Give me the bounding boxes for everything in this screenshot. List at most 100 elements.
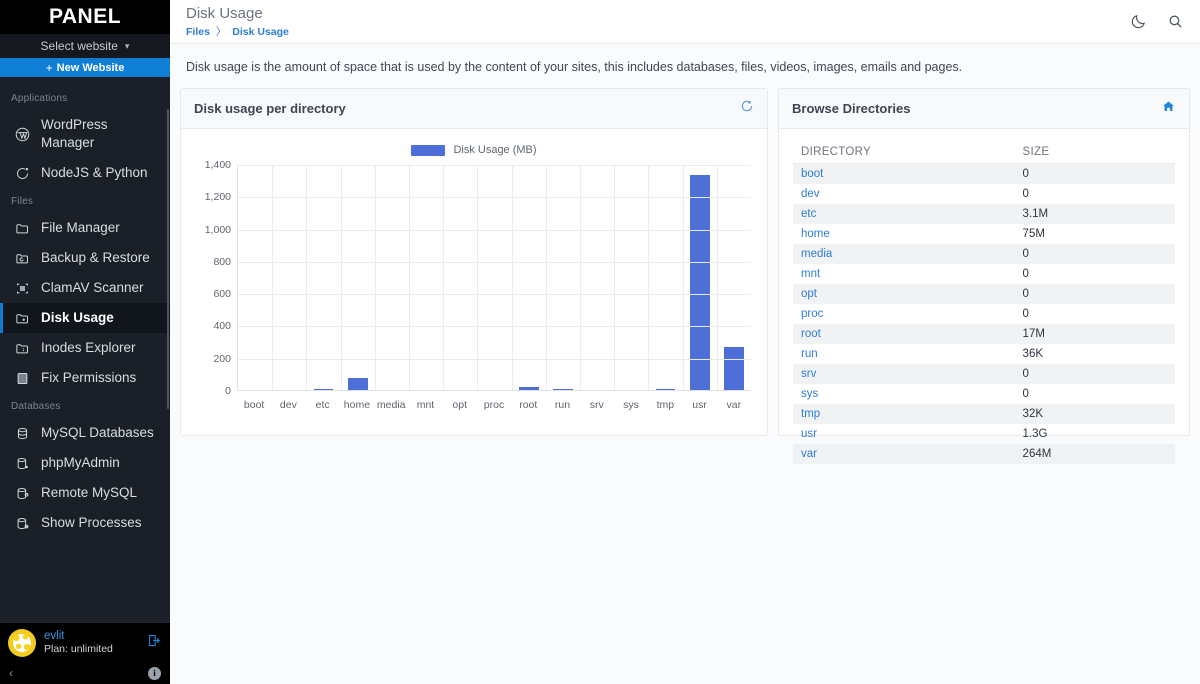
- bar-cell[interactable]: [443, 165, 477, 390]
- bar-cell[interactable]: [717, 165, 751, 390]
- sidebar-item-wordpress-manager[interactable]: WordPress Manager: [0, 110, 170, 158]
- sidebar-item-backup-restore[interactable]: Backup & Restore: [0, 243, 170, 273]
- sidebar-item-label: MySQL Databases: [41, 425, 154, 440]
- table-row[interactable]: var 264M: [793, 444, 1175, 464]
- sidebar-item-label: Show Processes: [41, 515, 142, 530]
- x-axis-label: media: [376, 399, 406, 411]
- select-website-dropdown[interactable]: Select website ▾: [0, 34, 170, 58]
- directory-link[interactable]: dev: [793, 184, 1015, 204]
- refresh-icon[interactable]: [740, 99, 754, 118]
- directory-link[interactable]: opt: [793, 284, 1015, 304]
- topbar-titles: Disk Usage Files 〉 Disk Usage: [186, 5, 1130, 39]
- bar-root[interactable]: [518, 387, 539, 390]
- table-row[interactable]: srv 0: [793, 364, 1175, 384]
- bar-cell[interactable]: [272, 165, 306, 390]
- directory-size: 0: [1022, 248, 1029, 260]
- bar-cell[interactable]: [306, 165, 340, 390]
- page-title: Disk Usage: [186, 4, 263, 22]
- bar-cell[interactable]: [238, 165, 272, 390]
- bar-var[interactable]: [724, 347, 744, 390]
- sidebar-item-label: NodeJS & Python: [41, 165, 148, 180]
- sidebar-item-phpmyadmin[interactable]: phpMyAdmin: [0, 448, 170, 478]
- info-icon[interactable]: i: [148, 666, 161, 680]
- bar-cell[interactable]: [341, 165, 375, 390]
- bar-cell[interactable]: [683, 165, 717, 390]
- table-row[interactable]: home 75M: [793, 224, 1175, 244]
- directory-link[interactable]: srv: [793, 364, 1015, 384]
- directory-size: 1.3G: [1022, 428, 1048, 440]
- directory-link[interactable]: run: [793, 344, 1015, 364]
- table-row[interactable]: opt 0: [793, 284, 1175, 304]
- bar-run[interactable]: [553, 389, 573, 390]
- directory-link[interactable]: var: [793, 444, 1015, 464]
- new-website-button[interactable]: + New Website: [0, 58, 170, 77]
- sidebar-item-remote-mysql[interactable]: Remote MySQL: [0, 478, 170, 508]
- table-row[interactable]: tmp 32K: [793, 404, 1175, 424]
- bar-cell[interactable]: [409, 165, 443, 390]
- directory-link[interactable]: media: [793, 244, 1015, 264]
- directory-link[interactable]: proc: [793, 304, 1015, 324]
- column-header-size[interactable]: SIZE: [1014, 141, 1175, 164]
- sidebar-item-show-processes[interactable]: Show Processes: [0, 508, 170, 538]
- x-axis-label: proc: [483, 399, 505, 411]
- new-website-label: New Website: [56, 61, 125, 74]
- directory-link[interactable]: mnt: [793, 264, 1015, 284]
- user-account-box[interactable]: evlit Plan: unlimited: [0, 622, 170, 662]
- table-row[interactable]: media 0: [793, 244, 1175, 264]
- bar-cell[interactable]: [375, 165, 409, 390]
- breadcrumb-parent[interactable]: Files: [186, 26, 210, 38]
- grid-line-vertical: [716, 165, 718, 390]
- collapse-sidebar-icon[interactable]: ‹: [9, 666, 13, 680]
- sidebar-item-mysql-databases[interactable]: MySQL Databases: [0, 418, 170, 448]
- table-rows: boot 0 dev 0 etc 3.1M home 75M media 0 mnt 0 opt 0 pro…: [793, 163, 1175, 464]
- directory-link[interactable]: usr: [793, 424, 1015, 444]
- sidebar-item-label: Backup & Restore: [41, 250, 150, 265]
- sidebar-item-fix-permissions[interactable]: Fix Permissions: [0, 363, 170, 393]
- table-row[interactable]: dev 0: [793, 184, 1175, 204]
- sidebar-item-disk-usage[interactable]: Disk Usage: [0, 303, 170, 333]
- directory-link[interactable]: tmp: [793, 404, 1015, 424]
- sidebar-item-clamav-scanner[interactable]: ClamAV Scanner: [0, 273, 170, 303]
- breadcrumb: Files 〉 Disk Usage: [186, 24, 1130, 39]
- directory-link[interactable]: sys: [793, 384, 1015, 404]
- table-row[interactable]: sys 0: [793, 384, 1175, 404]
- search-icon[interactable]: [1167, 13, 1184, 30]
- bar-cell[interactable]: [477, 165, 511, 390]
- directory-link[interactable]: boot: [793, 164, 1015, 185]
- bar-home[interactable]: [347, 377, 368, 390]
- dark-mode-icon[interactable]: [1130, 13, 1147, 30]
- directory-link[interactable]: home: [793, 224, 1015, 244]
- directory-link[interactable]: root: [793, 324, 1015, 344]
- sidebar-item-inodes-explorer[interactable]: Inodes Explorer: [0, 333, 170, 363]
- directory-size: 0: [1022, 188, 1029, 200]
- bar-cell[interactable]: [512, 165, 546, 390]
- sidebar-item-file-manager[interactable]: File Manager: [0, 213, 170, 243]
- grid-line-horizontal: [238, 294, 751, 296]
- home-icon[interactable]: [1161, 99, 1176, 119]
- table-row[interactable]: proc 0: [793, 304, 1175, 324]
- table-row[interactable]: boot 0: [793, 163, 1175, 185]
- directory-link[interactable]: etc: [793, 204, 1015, 224]
- table-row[interactable]: usr 1.3G: [793, 424, 1175, 444]
- table-row[interactable]: etc 3.1M: [793, 204, 1175, 224]
- sidebar-item-nodejs-python[interactable]: NodeJS & Python: [0, 158, 170, 188]
- table-row[interactable]: mnt 0: [793, 264, 1175, 284]
- bar-cell[interactable]: [614, 165, 648, 390]
- bar-tmp[interactable]: [655, 389, 676, 390]
- table-row[interactable]: root 17M: [793, 324, 1175, 344]
- user-plan: Plan: unlimited: [44, 642, 113, 655]
- sidebar-scrollbar[interactable]: [167, 109, 169, 409]
- table-row[interactable]: run 36K: [793, 344, 1175, 364]
- bar-cell[interactable]: [580, 165, 614, 390]
- table-head: DIRECTORY SIZE: [793, 141, 1175, 164]
- grid-line-horizontal: [238, 326, 751, 328]
- column-header-directory[interactable]: DIRECTORY: [793, 141, 1015, 164]
- y-axis: 0 200 400 600 800 1,000 1,200 1,400: [193, 159, 237, 417]
- bar-cell[interactable]: [648, 165, 682, 390]
- chevron-down-icon: ▾: [124, 40, 130, 51]
- logout-icon[interactable]: [147, 633, 162, 652]
- bar-etc[interactable]: [313, 389, 334, 390]
- breadcrumb-current[interactable]: Disk Usage: [232, 26, 289, 38]
- y-axis-tick: 0: [225, 385, 231, 397]
- bar-cell[interactable]: [546, 165, 580, 390]
